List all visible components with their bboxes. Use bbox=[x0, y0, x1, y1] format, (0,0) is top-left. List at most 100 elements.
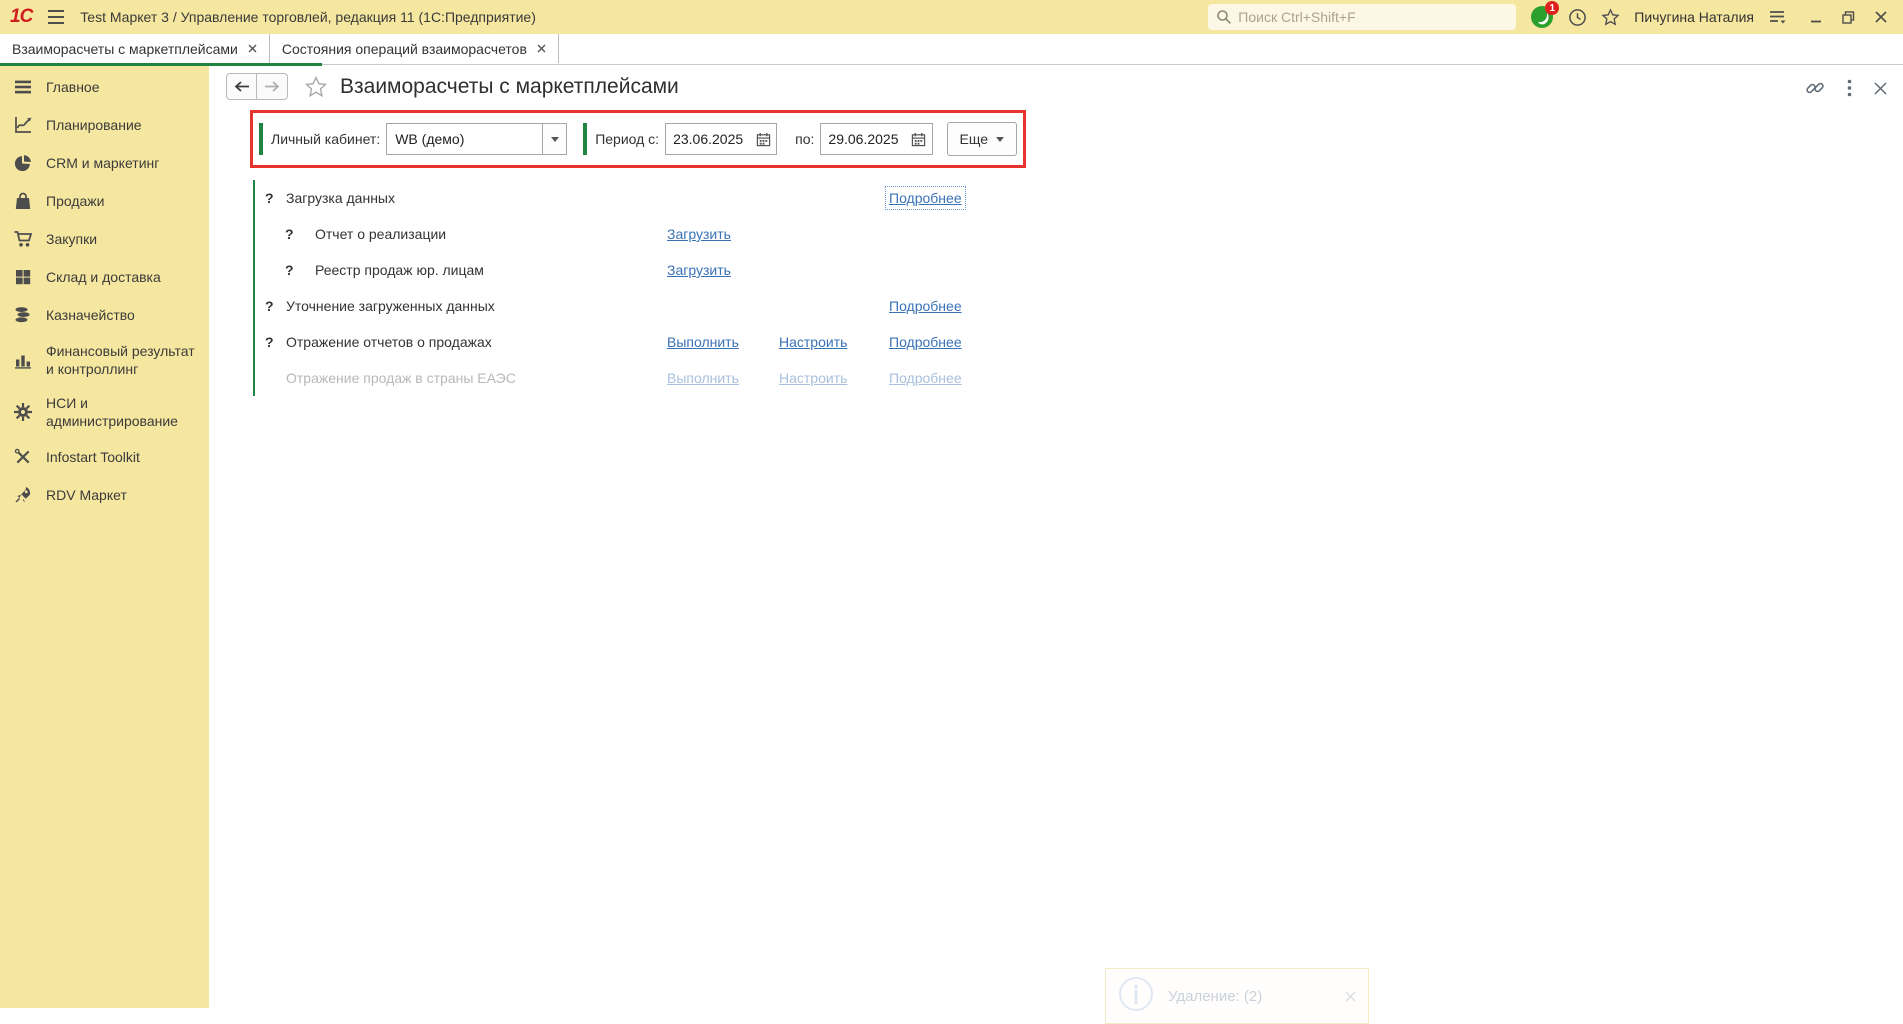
period-from-label: Период с: bbox=[595, 131, 660, 147]
operation-label: Отчет о реализации bbox=[315, 226, 447, 242]
notifications-icon[interactable]: 1 bbox=[1530, 1, 1560, 29]
operation-link-details[interactable]: Подробнее bbox=[889, 334, 962, 350]
sidebar-item-label: Главное bbox=[46, 79, 100, 95]
current-user[interactable]: Пичугина Наталия bbox=[1634, 9, 1754, 25]
operation-link-details[interactable]: Подробнее bbox=[889, 298, 962, 314]
period-to-input[interactable]: 29.06.2025 bbox=[820, 123, 933, 155]
calendar-icon[interactable] bbox=[750, 124, 776, 154]
operation-label: Отражение отчетов о продажах bbox=[286, 334, 492, 350]
operation-link-action[interactable]: Выполнить bbox=[667, 370, 739, 386]
divider-line bbox=[322, 64, 1903, 65]
operation-link-configure[interactable]: Настроить bbox=[779, 334, 847, 350]
restore-icon[interactable] bbox=[1842, 10, 1855, 24]
calendar-icon[interactable] bbox=[906, 124, 932, 154]
history-icon[interactable] bbox=[1568, 8, 1587, 27]
form-commands bbox=[1805, 78, 1887, 98]
global-search[interactable] bbox=[1208, 4, 1517, 30]
sidebar-item-infostart[interactable]: Infostart Toolkit bbox=[0, 438, 209, 476]
operation-link-details[interactable]: Подробнее bbox=[889, 370, 962, 386]
filter-panel-red-highlight: Личный кабинет: WB (демо) Период с: 23.0… bbox=[250, 110, 1026, 168]
operations-list: ? Загрузка данных Подробнее? Отчет о реализ… bbox=[253, 180, 1153, 396]
tab-label: Состояния операций взаиморасчетов bbox=[281, 40, 527, 57]
favorites-star-icon[interactable] bbox=[1601, 7, 1620, 27]
tools-icon bbox=[12, 446, 34, 468]
sections-panel: Главное Планирование CRM и маркетинг Продаж… bbox=[0, 66, 209, 1008]
sidebar-item-warehouse[interactable]: Склад и доставка bbox=[0, 258, 209, 296]
help-question-icon[interactable]: ? bbox=[265, 298, 274, 314]
chevron-down-icon[interactable] bbox=[542, 124, 567, 154]
operation-row: ? Реестр продаж юр. лицам Загрузить bbox=[255, 252, 1153, 288]
help-question-icon[interactable]: ? bbox=[285, 226, 294, 242]
operation-link-configure[interactable]: Настроить bbox=[779, 370, 847, 386]
operation-row: ? Загрузка данных Подробнее bbox=[255, 180, 1153, 216]
close-form-icon[interactable] bbox=[1874, 81, 1887, 95]
modified-field-marker bbox=[259, 123, 263, 155]
minimize-icon[interactable] bbox=[1810, 11, 1822, 23]
sidebar-item-planning[interactable]: Планирование bbox=[0, 106, 209, 144]
help-question-icon[interactable]: ? bbox=[265, 190, 274, 206]
main-content: Взаиморасчеты с маркетплейсами Личный ка… bbox=[209, 66, 1903, 1008]
operation-link-details[interactable]: Подробнее bbox=[885, 186, 966, 210]
tab-1[interactable]: Взаиморасчеты с маркетплейсами bbox=[0, 34, 270, 63]
sidebar-item-finresult[interactable]: Финансовый результат и контроллинг bbox=[0, 334, 209, 386]
sidebar-item-purchases[interactable]: Закупки bbox=[0, 220, 209, 258]
menu-lines-icon bbox=[12, 76, 34, 98]
more-button[interactable]: Еще bbox=[946, 122, 1017, 156]
tab-bar: Взаиморасчеты с маркетплейсами Состояния … bbox=[0, 34, 1903, 63]
warehouse-grid-icon bbox=[12, 266, 34, 288]
back-button[interactable] bbox=[226, 73, 257, 100]
operation-link-action[interactable]: Загрузить bbox=[667, 262, 731, 278]
sidebar-item-nsi[interactable]: НСИ и администрирование bbox=[0, 386, 209, 438]
window-title: Test Маркет 3 / Управление торговлей, ре… bbox=[80, 9, 536, 25]
modified-field-marker bbox=[583, 123, 588, 155]
forward-button[interactable] bbox=[257, 73, 288, 100]
coins-icon bbox=[12, 304, 34, 326]
sidebar-item-label: CRM и маркетинг bbox=[46, 155, 160, 171]
operation-link-action[interactable]: Выполнить bbox=[667, 334, 739, 350]
period-to-label: по: bbox=[795, 131, 815, 147]
tab-2[interactable]: Состояния операций взаиморасчетов bbox=[270, 34, 559, 63]
operation-row: ? Отчет о реализации Загрузить bbox=[255, 216, 1153, 252]
search-icon bbox=[1216, 9, 1232, 25]
1c-logo: 1С bbox=[10, 6, 33, 27]
operation-row: Отражение продаж в страны ЕАЭС Выполнить Н… bbox=[255, 360, 1153, 396]
period-from-input[interactable]: 23.06.2025 bbox=[665, 123, 778, 155]
close-toast-icon[interactable] bbox=[1345, 991, 1356, 1002]
favorite-toggle-star-icon[interactable] bbox=[304, 75, 328, 99]
sidebar-item-label: Закупки bbox=[46, 231, 98, 247]
search-input[interactable] bbox=[1238, 9, 1509, 25]
operation-label: Отражение продаж в страны ЕАЭС bbox=[286, 370, 516, 386]
cabinet-value: WB (демо) bbox=[395, 131, 465, 147]
sidebar-item-crm[interactable]: CRM и маркетинг bbox=[0, 144, 209, 182]
service-menu-icon[interactable] bbox=[1768, 8, 1786, 26]
period-to-value: 29.06.2025 bbox=[828, 131, 899, 147]
operation-row: ? Уточнение загруженных данных Подробнее bbox=[255, 288, 1153, 324]
sidebar-item-sales[interactable]: Продажи bbox=[0, 182, 209, 220]
notification-badge: 1 bbox=[1545, 1, 1560, 15]
operation-label: Уточнение загруженных данных bbox=[286, 298, 495, 314]
sidebar-item-rdv[interactable]: RDV Маркет bbox=[0, 476, 209, 514]
sidebar-item-label: Финансовый результат и контроллинг bbox=[46, 343, 195, 377]
close-tab-icon[interactable] bbox=[248, 44, 257, 53]
window-controls bbox=[1810, 10, 1887, 24]
rocket-icon bbox=[12, 484, 34, 506]
sidebar-item-main[interactable]: Главное bbox=[0, 68, 209, 106]
sidebar-item-label: Infostart Toolkit bbox=[46, 449, 140, 465]
main-menu-icon[interactable] bbox=[46, 9, 66, 25]
help-question-icon[interactable]: ? bbox=[285, 262, 294, 278]
page-title: Взаиморасчеты с маркетплейсами bbox=[340, 74, 679, 98]
info-icon bbox=[1118, 976, 1154, 1017]
sidebar-item-label: RDV Маркет bbox=[46, 487, 127, 503]
close-window-icon[interactable] bbox=[1875, 11, 1887, 23]
cabinet-label: Личный кабинет: bbox=[271, 131, 381, 147]
cabinet-select[interactable]: WB (демо) bbox=[386, 123, 568, 155]
close-tab-icon[interactable] bbox=[537, 44, 546, 53]
operation-link-action[interactable]: Загрузить bbox=[667, 226, 731, 242]
more-actions-kebab-icon[interactable] bbox=[1847, 79, 1852, 97]
sidebar-item-treasury[interactable]: Казначейство bbox=[0, 296, 209, 334]
toast-text: Удаление: (2) bbox=[1168, 987, 1263, 1005]
get-link-icon[interactable] bbox=[1805, 78, 1825, 98]
tab-label: Взаиморасчеты с маркетплейсами bbox=[12, 40, 238, 57]
help-question-icon[interactable]: ? bbox=[265, 334, 274, 350]
planning-icon bbox=[12, 114, 34, 136]
